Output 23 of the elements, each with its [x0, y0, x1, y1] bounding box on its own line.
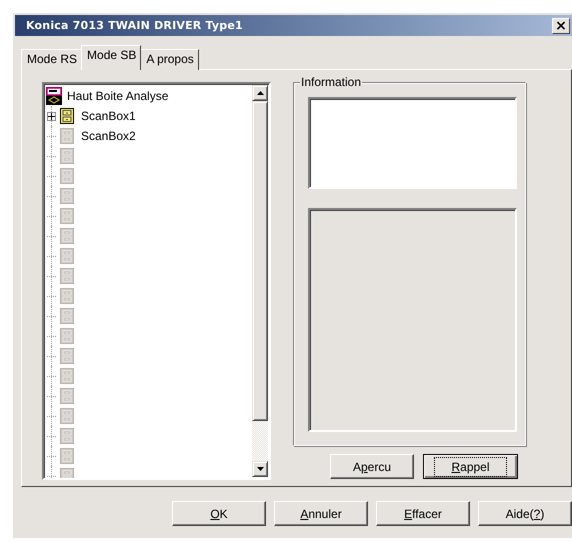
down-arrow-icon [256, 467, 264, 471]
tab[interactable]: Mode SB [81, 45, 142, 70]
scroll-down-button[interactable] [252, 461, 268, 477]
close-button[interactable]: × [552, 18, 570, 34]
button[interactable]: Annuler [274, 501, 368, 526]
up-arrow-icon [256, 91, 264, 95]
button[interactable]: OK [172, 501, 266, 526]
button[interactable]: Effacer [376, 501, 470, 526]
button[interactable]: Rappel [423, 454, 518, 479]
tab[interactable]: Mode RS [21, 49, 82, 70]
tree-item[interactable]: ScanBox1 [80, 108, 137, 124]
scanner-icon [46, 87, 62, 105]
group-title: Information [300, 75, 362, 89]
button[interactable]: Apercu [330, 454, 414, 479]
tree-item[interactable]: Haut Boite Analyse [66, 88, 170, 104]
tab[interactable]: A propos [140, 49, 199, 70]
button[interactable]: Aide(?) [478, 501, 572, 526]
window-title: Konica 7013 TWAIN DRIVER Type1 [26, 19, 243, 32]
scroll-up-button[interactable] [252, 85, 268, 101]
scroll-thumb[interactable] [252, 101, 268, 421]
expand-icon[interactable] [47, 112, 56, 120]
scrollbar[interactable] [252, 85, 268, 477]
tree-item[interactable]: ScanBox2 [80, 128, 137, 144]
